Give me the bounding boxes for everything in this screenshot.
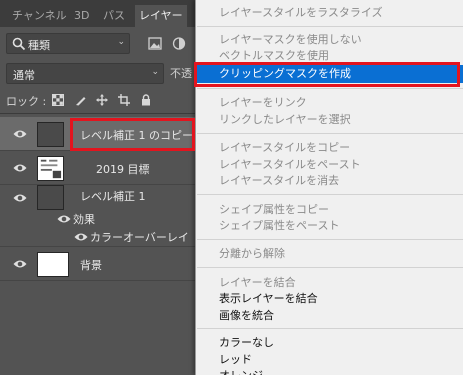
filter-adjustment-icon[interactable] (172, 37, 186, 50)
layer-row-levels-1[interactable]: レベル補正 1 (0, 185, 200, 211)
menu-item-use-vector-mask[interactable]: ベクトルマスクを使用 (196, 47, 463, 64)
menu-item-flatten-image[interactable]: 画像を統合 (196, 307, 463, 324)
menu-divider (197, 26, 463, 27)
lock-label: ロック : (6, 95, 47, 108)
divider (0, 113, 200, 114)
blend-mode-select[interactable]: 通常 ⌄ (6, 63, 164, 84)
layer-thumbnail (37, 122, 64, 147)
menu-item-rasterize-style[interactable]: レイヤースタイルをラスタライズ (196, 4, 463, 21)
blend-mode-label: 通常 (13, 69, 35, 82)
filter-pixel-icon[interactable] (148, 37, 162, 50)
lock-all-icon[interactable] (140, 94, 152, 106)
menu-item-red[interactable]: レッド (196, 351, 463, 368)
tab-paths[interactable]: パス (99, 5, 129, 27)
layer-row-2019-goal[interactable]: 2019 目標 (0, 151, 200, 185)
layer-name: 2019 目標 (96, 163, 150, 176)
menu-item-no-color[interactable]: カラーなし (196, 334, 463, 351)
menu-divider (197, 88, 463, 89)
lock-artboard-icon[interactable] (118, 94, 130, 106)
layer-name: 背景 (80, 259, 102, 272)
menu-item-copy-shape-attributes[interactable]: シェイプ属性をコピー (196, 201, 463, 218)
menu-divider (197, 133, 463, 134)
lock-transparent-pixels-icon[interactable] (52, 94, 64, 106)
tab-layers[interactable]: レイヤー (135, 5, 187, 27)
layer-context-menu: レイヤースタイルをラスタライズ レイヤーマスクを使用しない ベクトルマスクを使用… (195, 0, 463, 375)
menu-item-disable-layer-mask[interactable]: レイヤーマスクを使用しない (196, 31, 463, 48)
menu-divider (197, 239, 463, 240)
opacity-label: 不透 (170, 67, 192, 80)
search-icon (12, 37, 26, 51)
menu-item-select-linked-layers[interactable]: リンクしたレイヤーを選択 (196, 111, 463, 128)
layer-name: レベル補正 1 のコピー (80, 129, 193, 142)
visibility-eye-icon[interactable] (13, 162, 27, 174)
layer-row-background[interactable]: 背景 (0, 247, 200, 281)
menu-item-create-clipping-mask[interactable]: クリッピングマスクを作成 (196, 65, 463, 83)
menu-divider (197, 328, 463, 329)
layer-thumbnail (37, 185, 64, 210)
tab-channels[interactable]: チャンネル (8, 5, 71, 27)
color-overlay-label: カラーオーバーレイ (90, 231, 189, 244)
lock-position-icon[interactable] (96, 94, 108, 106)
layer-thumbnail (37, 252, 69, 277)
menu-divider (197, 194, 463, 195)
menu-item-clear-layer-style[interactable]: レイヤースタイルを消去 (196, 172, 463, 189)
visibility-eye-icon[interactable] (74, 231, 88, 243)
menu-item-link-layers[interactable]: レイヤーをリンク (196, 94, 463, 111)
smart-object-thumbnail (37, 156, 64, 181)
menu-item-release-from-isolation[interactable]: 分離から解除 (196, 245, 463, 262)
lock-row: ロック : (0, 88, 200, 112)
visibility-eye-icon[interactable] (13, 128, 27, 140)
visibility-eye-icon[interactable] (13, 192, 27, 204)
menu-item-merge-layers[interactable]: レイヤーを結合 (196, 274, 463, 291)
menu-item-orange[interactable]: オレンジ (196, 367, 463, 375)
visibility-eye-icon[interactable] (57, 213, 71, 225)
effects-label: 効果 (73, 213, 95, 226)
tab-3d[interactable]: 3D (70, 5, 93, 27)
layer-effects-row[interactable]: 効果 (0, 210, 200, 227)
filter-kind-label: 種類 (28, 39, 50, 52)
layer-name: レベル補正 1 (80, 190, 146, 203)
visibility-eye-icon[interactable] (13, 258, 27, 270)
layer-row-levels-copy[interactable]: レベル補正 1 のコピー (0, 117, 200, 151)
panel-tab-bar: チャンネル 3D パス レイヤー (0, 0, 200, 27)
menu-item-merge-visible[interactable]: 表示レイヤーを結合 (196, 290, 463, 307)
color-overlay-effect-row[interactable]: カラーオーバーレイ (0, 228, 200, 247)
menu-item-copy-layer-style[interactable]: レイヤースタイルをコピー (196, 139, 463, 156)
menu-item-paste-layer-style[interactable]: レイヤースタイルをペースト (196, 156, 463, 173)
chevron-down-icon: ⌄ (151, 67, 159, 77)
menu-divider (197, 267, 463, 268)
layers-panel: チャンネル 3D パス レイヤー 種類 ⌄ 通常 ⌄ 不透 ロック : レベル補… (0, 0, 200, 375)
lock-image-pixels-icon[interactable] (75, 94, 87, 106)
filter-kind-select[interactable]: 種類 ⌄ (6, 33, 130, 54)
menu-item-paste-shape-attributes[interactable]: シェイプ属性をペースト (196, 217, 463, 234)
chevron-down-icon: ⌄ (117, 37, 125, 47)
layer-filter-row: 種類 ⌄ (0, 28, 200, 58)
